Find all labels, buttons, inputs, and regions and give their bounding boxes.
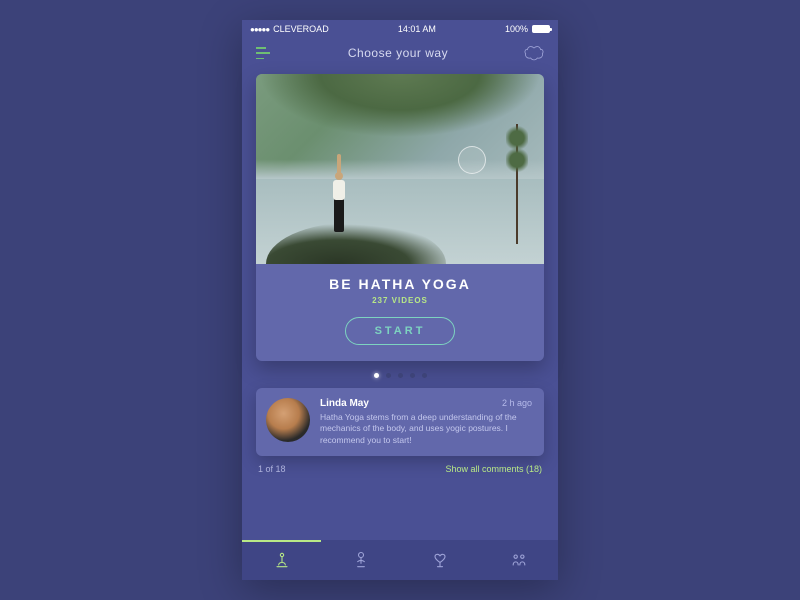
card-video-count: 237 VIDEOS bbox=[256, 296, 544, 305]
battery-percent: 100% bbox=[505, 24, 528, 34]
tab-wellness-icon[interactable] bbox=[429, 549, 451, 571]
avatar bbox=[266, 398, 310, 442]
card-hero-image bbox=[256, 74, 544, 264]
status-left: ●●●●● CLEVEROAD bbox=[250, 24, 329, 34]
tab-indicator bbox=[242, 540, 321, 542]
pagination-dot[interactable] bbox=[374, 373, 379, 378]
tab-meditation-icon[interactable] bbox=[271, 549, 293, 571]
phone-screen: ●●●●● CLEVEROAD 14:01 AM 100% Choose you… bbox=[242, 20, 558, 580]
comment-card[interactable]: Linda May 2 h ago Hatha Yoga stems from … bbox=[256, 388, 544, 456]
yoga-card[interactable]: BE HATHA YOGA 237 VIDEOS START bbox=[256, 74, 544, 361]
status-right: 100% bbox=[505, 24, 550, 34]
comment-author: Linda May bbox=[320, 398, 369, 409]
touch-indicator-icon bbox=[458, 146, 486, 174]
tab-bar bbox=[242, 540, 558, 580]
comments-footer: 1 of 18 Show all comments (18) bbox=[258, 464, 542, 474]
pagination-dots[interactable] bbox=[256, 373, 544, 378]
card-body: BE HATHA YOGA 237 VIDEOS START bbox=[256, 264, 544, 361]
carrier-label: CLEVEROAD bbox=[273, 24, 329, 34]
pagination-dot[interactable] bbox=[398, 373, 403, 378]
menu-icon[interactable] bbox=[256, 47, 272, 59]
page-title: Choose your way bbox=[348, 46, 448, 60]
comments-position: 1 of 18 bbox=[258, 464, 286, 474]
comment-body: Linda May 2 h ago Hatha Yoga stems from … bbox=[320, 398, 532, 446]
pagination-dot[interactable] bbox=[410, 373, 415, 378]
show-all-comments-link[interactable]: Show all comments (18) bbox=[445, 464, 542, 474]
comment-text: Hatha Yoga stems from a deep understandi… bbox=[320, 412, 532, 446]
status-bar: ●●●●● CLEVEROAD 14:01 AM 100% bbox=[242, 20, 558, 38]
signal-dots-icon: ●●●●● bbox=[250, 25, 269, 34]
lotus-logo-icon[interactable] bbox=[524, 44, 544, 62]
pagination-dot[interactable] bbox=[422, 373, 427, 378]
tab-growth-icon[interactable] bbox=[350, 549, 372, 571]
tab-community-icon[interactable] bbox=[508, 549, 530, 571]
start-button[interactable]: START bbox=[345, 317, 455, 345]
battery-icon bbox=[532, 25, 550, 33]
comment-time: 2 h ago bbox=[502, 398, 532, 408]
app-header: Choose your way bbox=[242, 38, 558, 68]
main-content: BE HATHA YOGA 237 VIDEOS START Linda May… bbox=[242, 68, 558, 540]
card-title: BE HATHA YOGA bbox=[256, 276, 544, 292]
pagination-dot[interactable] bbox=[386, 373, 391, 378]
status-time: 14:01 AM bbox=[398, 24, 436, 34]
